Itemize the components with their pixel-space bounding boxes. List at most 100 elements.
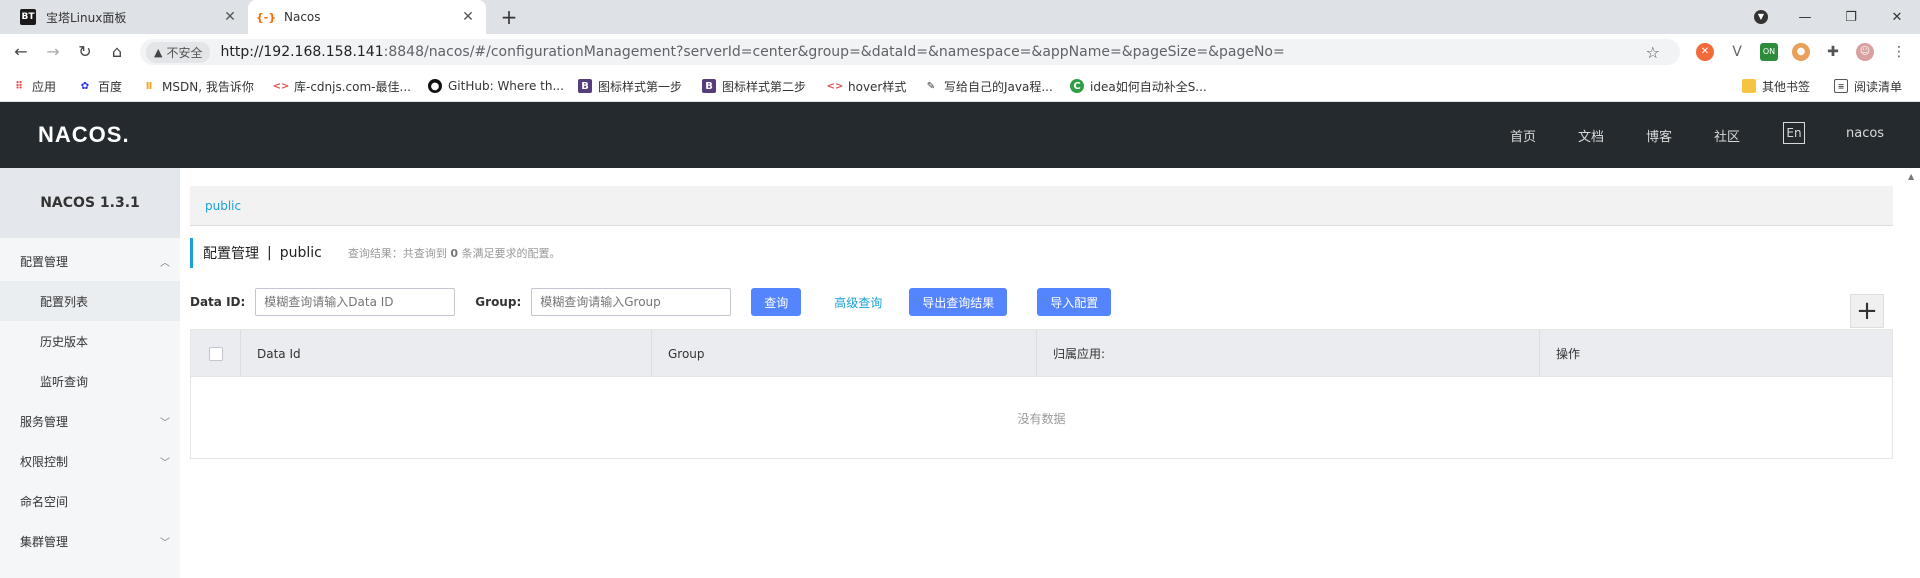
nav-home[interactable]: 首页 xyxy=(1510,126,1536,145)
nav-community[interactable]: 社区 xyxy=(1714,126,1740,145)
dataid-label: Data ID: xyxy=(190,295,246,309)
chevron-up-icon: ︿ xyxy=(160,257,170,269)
export-results-button[interactable]: 导出查询结果 xyxy=(909,288,1008,316)
page-namespace: public xyxy=(279,245,322,261)
idea-c-icon: C xyxy=(1070,79,1084,93)
minimize-button[interactable]: — xyxy=(1782,0,1828,34)
home-icon[interactable]: ⌂ xyxy=(106,42,128,62)
bookmark-other-folder[interactable]: 其他书签 xyxy=(1742,77,1810,95)
extension-on-icon[interactable]: ON xyxy=(1760,43,1778,61)
baidu-paw-icon: ✿ xyxy=(80,80,90,92)
query-result-text: 查询结果：共查询到 0 条满足要求的配置。 xyxy=(347,247,561,260)
nacos-favicon-icon: {-} xyxy=(255,10,277,24)
bookmarks-bar: ⠿ 应用 ✿ 百度 Ⅱ MSDN, 我告诉你 <> 库-cdnjs.com-最佳... … xyxy=(0,70,1920,102)
bookmark-idea[interactable]: Cidea如何自动补全S... xyxy=(1070,77,1207,95)
bookmark-github[interactable]: ● GitHub: Where th... xyxy=(428,77,564,95)
bookmark-java[interactable]: ✎ 写给自己的Java程... xyxy=(924,77,1053,95)
warning-icon: ▲ xyxy=(154,45,163,59)
nacos-logo[interactable]: NACOS. xyxy=(38,122,130,148)
security-indicator[interactable]: ▲ 不安全 xyxy=(146,41,211,63)
sidebar-item-namespace[interactable]: 命名空间 xyxy=(0,481,180,521)
chevron-down-icon: ﹀ xyxy=(160,417,170,429)
apps-grid-icon: ⠿ xyxy=(15,80,23,92)
select-all-cell xyxy=(191,330,241,377)
chevron-down-icon: ﹀ xyxy=(160,537,170,549)
page-title: 配置管理 | public 查询结果：共查询到 0 条满足要求的配置。 xyxy=(190,238,561,268)
bookmark-icon-style-1[interactable]: B 图标样式第一步 xyxy=(578,77,682,95)
reading-list-button[interactable]: ≡ 阅读清单 xyxy=(1834,77,1902,95)
reload-icon[interactable]: ↻ xyxy=(74,42,96,62)
close-tab-icon[interactable]: ✕ xyxy=(222,9,238,25)
table-header: Data Id Group 归属应用: 操作 xyxy=(191,330,1892,377)
sidebar-item-config-management[interactable]: 配置管理 ︿ xyxy=(0,241,180,281)
config-table: Data Id Group 归属应用: 操作 没有数据 xyxy=(190,329,1893,459)
dataid-search-input[interactable] xyxy=(255,288,456,316)
language-switch[interactable]: En xyxy=(1783,122,1805,144)
sidebar-item-service-management[interactable]: 服务管理 ﹀ xyxy=(0,401,180,441)
maximize-button[interactable]: ❐ xyxy=(1828,0,1874,34)
bookmark-cdnjs[interactable]: <> 库-cdnjs.com-最佳... xyxy=(272,77,411,95)
back-icon[interactable]: ← xyxy=(10,42,32,62)
bootstrap-icon: B xyxy=(702,79,716,93)
code-icon: <> xyxy=(272,80,290,92)
sidebar-item-listener-query[interactable]: 监听查询 xyxy=(0,361,180,401)
url-text: http://192.168.158.141:8848/nacos/#/conf… xyxy=(220,44,1285,60)
namespace-breadcrumb: public xyxy=(190,186,1893,226)
bootstrap-icon: B xyxy=(578,79,592,93)
tab-nacos[interactable]: {-} Nacos ✕ xyxy=(248,0,486,34)
close-window-button[interactable]: ✕ xyxy=(1874,0,1920,34)
extension-red-icon[interactable]: ✕ xyxy=(1696,43,1714,61)
extension-capsule-icon[interactable]: ● xyxy=(1792,43,1810,61)
scrollbar-up-arrow[interactable]: ▲ xyxy=(1908,172,1914,181)
column-header-group: Group xyxy=(652,330,1037,377)
browser-tab-strip: BT 宝塔Linux面板 ✕ {-} Nacos ✕ + ▼ — ❐ ✕ xyxy=(0,0,1920,34)
app-header: NACOS. 首页 文档 博客 社区 En nacos xyxy=(0,102,1920,168)
bookmark-star-icon[interactable]: ☆ xyxy=(1646,43,1660,62)
version-title: NACOS 1.3.1 xyxy=(0,168,180,238)
bookmark-hover[interactable]: <> hover样式 xyxy=(827,77,907,95)
search-filters: Data ID: Group: 查询 高级查询 导出查询结果 导入配置 xyxy=(190,286,1112,318)
forward-icon[interactable]: → xyxy=(42,42,64,62)
bookmark-apps[interactable]: ⠿ 应用 xyxy=(12,77,56,95)
tab-title: Nacos xyxy=(284,10,321,24)
nav-blog[interactable]: 博客 xyxy=(1646,126,1672,145)
folder-icon xyxy=(1742,79,1756,93)
extension-v-icon[interactable]: V xyxy=(1728,43,1746,61)
namespace-link-public[interactable]: public xyxy=(205,199,241,213)
group-search-input[interactable] xyxy=(531,288,732,316)
bookmark-icon-style-2[interactable]: B 图标样式第二步 xyxy=(702,77,806,95)
bookmark-msdn[interactable]: Ⅱ MSDN, 我告诉你 xyxy=(142,77,254,95)
tab-baota[interactable]: BT 宝塔Linux面板 ✕ xyxy=(10,0,248,34)
msdn-icon: Ⅱ xyxy=(145,80,153,92)
column-header-dataid: Data Id xyxy=(241,330,652,377)
user-name[interactable]: nacos xyxy=(1846,126,1884,141)
browser-menu-icon[interactable]: ⋮ xyxy=(1890,43,1908,61)
sidebar-item-cluster-management[interactable]: 集群管理 ﹀ xyxy=(0,521,180,561)
bookmark-baidu[interactable]: ✿ 百度 xyxy=(78,77,122,95)
column-header-actions: 操作 xyxy=(1556,347,1581,361)
sidebar-item-config-list[interactable]: 配置列表 xyxy=(0,281,180,321)
advanced-query-link[interactable]: 高级查询 xyxy=(827,288,889,316)
sidebar-item-access-control[interactable]: 权限控制 ﹀ xyxy=(0,441,180,481)
extensions-puzzle-icon[interactable]: ✚ xyxy=(1824,43,1842,61)
new-tab-button[interactable]: + xyxy=(498,6,520,28)
select-all-checkbox[interactable] xyxy=(209,346,223,361)
main-content: public 配置管理 | public 查询结果：共查询到 0 条满足要求的配… xyxy=(180,168,1920,578)
query-button[interactable]: 查询 xyxy=(751,288,802,316)
column-header-app: 归属应用: xyxy=(1037,330,1540,377)
baota-favicon-icon: BT xyxy=(20,9,36,25)
nav-docs[interactable]: 文档 xyxy=(1578,126,1604,145)
profile-avatar-icon[interactable]: ☺ xyxy=(1856,43,1874,61)
sidebar-item-history[interactable]: 历史版本 xyxy=(0,321,180,361)
reading-list-icon: ≡ xyxy=(1834,79,1848,93)
pen-icon: ✎ xyxy=(926,80,936,92)
chevron-down-icon: ﹀ xyxy=(160,457,170,469)
close-tab-icon[interactable]: ✕ xyxy=(460,9,476,25)
tab-title: 宝塔Linux面板 xyxy=(46,10,127,25)
add-config-button[interactable]: + xyxy=(1850,294,1884,328)
address-toolbar: ← → ↻ ⌂ ▲ 不安全 http://192.168.158.141:884… xyxy=(0,34,1920,70)
import-config-button[interactable]: 导入配置 xyxy=(1037,288,1112,316)
sidebar: NACOS 1.3.1 配置管理 ︿ 配置列表 历史版本 监听查询 服务管理 ﹀ 权… xyxy=(0,168,180,578)
url-bar[interactable]: ▲ 不安全 http://192.168.158.141:8848/nacos/… xyxy=(140,39,1680,65)
tab-search-icon[interactable]: ▼ xyxy=(1738,0,1784,34)
